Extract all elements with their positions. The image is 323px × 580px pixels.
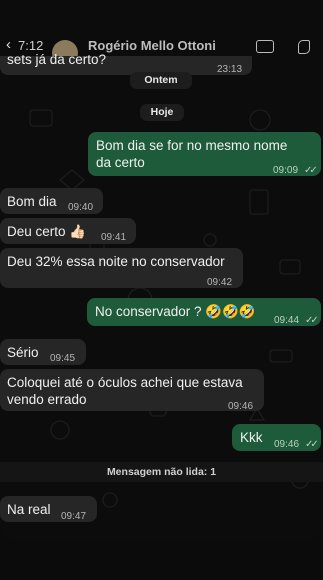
bottom-bar: [0, 540, 323, 580]
date-label-today: Hoje: [140, 104, 184, 121]
message-text: Sério: [7, 345, 39, 360]
message-text: Na real: [7, 502, 51, 517]
read-ticks-icon: ✓✓: [305, 315, 319, 326]
message-bubble-incoming[interactable]: Sério 09:45: [0, 339, 86, 365]
message-text: Coloquei até o óculos achei que estava v…: [7, 375, 243, 407]
chat-header: ‹ 7:12 Rogério Mello Ottoni: [0, 0, 323, 66]
message-text: Deu 32% essa noite no conservador: [7, 254, 225, 269]
contact-name[interactable]: Rogério Mello Ottoni: [88, 38, 216, 53]
message-bubble-incoming[interactable]: Deu certo 👍🏻 09:41: [0, 218, 136, 244]
message-time: 09:44: [274, 315, 300, 326]
message-bubble-outgoing[interactable]: Kkk 09:46 ✓✓: [232, 424, 321, 451]
message-bubble-outgoing[interactable]: Bom dia se for no mesmo nome da certo 09…: [88, 132, 321, 176]
message-bubble-incoming[interactable]: sets já da certo? 23:13: [0, 52, 252, 75]
message-time: 09:09: [273, 165, 299, 176]
message-bubble-incoming[interactable]: Na real 09:47: [0, 496, 97, 522]
message-bubble-incoming[interactable]: Bom dia 09:40: [0, 188, 103, 214]
message-time: 09:47: [61, 511, 87, 522]
message-text: No conservador ? 🤣🤣🤣: [95, 304, 256, 319]
message-text: Bom dia: [7, 194, 57, 209]
message-time: 23:13: [217, 64, 243, 75]
message-time: 09:41: [101, 232, 127, 243]
message-time: 09:46: [274, 439, 300, 450]
message-text: Kkk: [240, 430, 263, 445]
read-ticks-icon: ✓✓: [304, 165, 318, 176]
message-text: Deu certo 👍🏻: [7, 224, 87, 239]
phone-icon[interactable]: [298, 40, 310, 54]
unread-messages-divider: Mensagem não lida: 1: [0, 462, 323, 482]
message-bubble-outgoing[interactable]: No conservador ? 🤣🤣🤣 09:44 ✓✓: [87, 298, 321, 326]
message-bubble-incoming[interactable]: Coloquei até o óculos achei que estava v…: [0, 369, 264, 412]
date-label-yesterday: Ontem: [130, 72, 192, 89]
message-time: 09:45: [50, 353, 76, 364]
read-ticks-icon: ✓✓: [305, 439, 319, 450]
message-bubble-incoming[interactable]: Deu 32% essa noite no conservador 09:42: [0, 248, 243, 288]
message-text: sets já da certo?: [7, 52, 107, 67]
camera-icon[interactable]: [256, 40, 274, 53]
message-time: 09:46: [228, 401, 254, 412]
message-time: 09:40: [68, 202, 94, 213]
chat-background: ‹ 7:12 Rogério Mello Ottoni sets já da c…: [0, 0, 323, 540]
message-time: 09:42: [207, 277, 233, 288]
chat-screen: ‹ 7:12 Rogério Mello Ottoni sets já da c…: [0, 0, 323, 580]
